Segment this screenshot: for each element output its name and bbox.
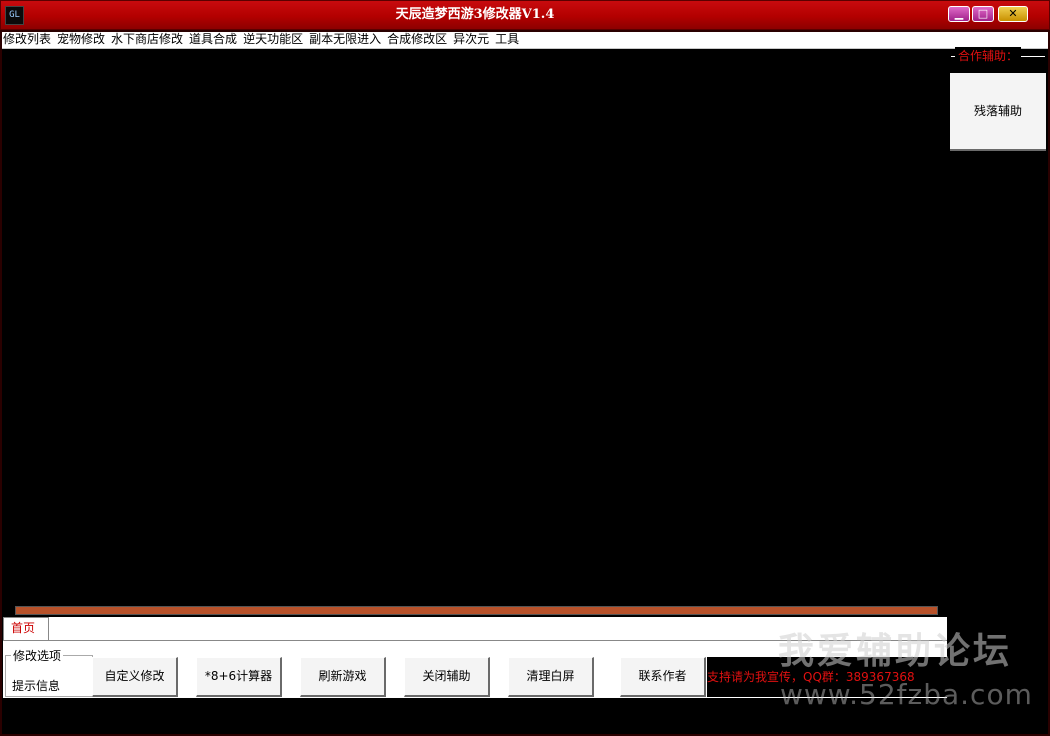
maximize-button[interactable]: □	[972, 6, 994, 22]
minimize-icon: ▁	[954, 7, 964, 20]
side-legend: 合作辅助：	[955, 47, 1022, 64]
menu-item-other-dimension[interactable]: 异次元	[450, 30, 492, 48]
watermark-title: 我爱辅助论坛	[778, 631, 1013, 672]
game-viewport[interactable]	[5, 49, 946, 605]
menu-item-synthesis-modify[interactable]: 合成修改区	[384, 30, 450, 48]
watermark-url: www.52fzba.com	[780, 678, 1033, 711]
menu-item-pet-modify[interactable]: 宠物修改	[54, 30, 108, 48]
close-button[interactable]: ✕	[998, 6, 1028, 22]
menu-item-tools[interactable]: 工具	[492, 30, 522, 48]
groupbox-legend: 修改选项	[11, 647, 64, 664]
tab-home[interactable]: 首页	[3, 617, 49, 640]
menu-item-god-functions[interactable]: 逆天功能区	[240, 30, 306, 48]
window-title: 天辰造梦西游3修改器V1.4	[395, 7, 555, 22]
custom-modify-button[interactable]: 自定义修改	[92, 657, 178, 697]
menu-item-modify-list[interactable]: 修改列表	[0, 30, 54, 48]
hint-label: 提示信息	[12, 679, 61, 693]
menu-item-unlimited-dungeon[interactable]: 副本无限进入	[306, 30, 384, 48]
maximize-icon: □	[977, 7, 989, 20]
contact-author-button[interactable]: 联系作者	[620, 657, 706, 697]
loading-progress-bar	[15, 606, 938, 615]
partner-assistant-button[interactable]: 残落辅助	[950, 73, 1046, 151]
menu-item-underwater-shop[interactable]: 水下商店修改	[108, 30, 186, 48]
menu-item-item-synthesis[interactable]: 道具合成	[186, 30, 240, 48]
clear-white-screen-button[interactable]: 清理白屏	[508, 657, 594, 697]
close-assistant-button[interactable]: 关闭辅助	[404, 657, 490, 697]
menu-bar: 修改列表 宠物修改 水下商店修改 道具合成 逆天功能区 副本无限进入 合成修改区 异次元 工具	[0, 30, 1050, 49]
close-icon: ✕	[1008, 7, 1018, 20]
minimize-button[interactable]: ▁	[948, 6, 970, 22]
calculator-button[interactable]: *8+6计算器	[196, 657, 282, 697]
refresh-game-button[interactable]: 刷新游戏	[300, 657, 386, 697]
